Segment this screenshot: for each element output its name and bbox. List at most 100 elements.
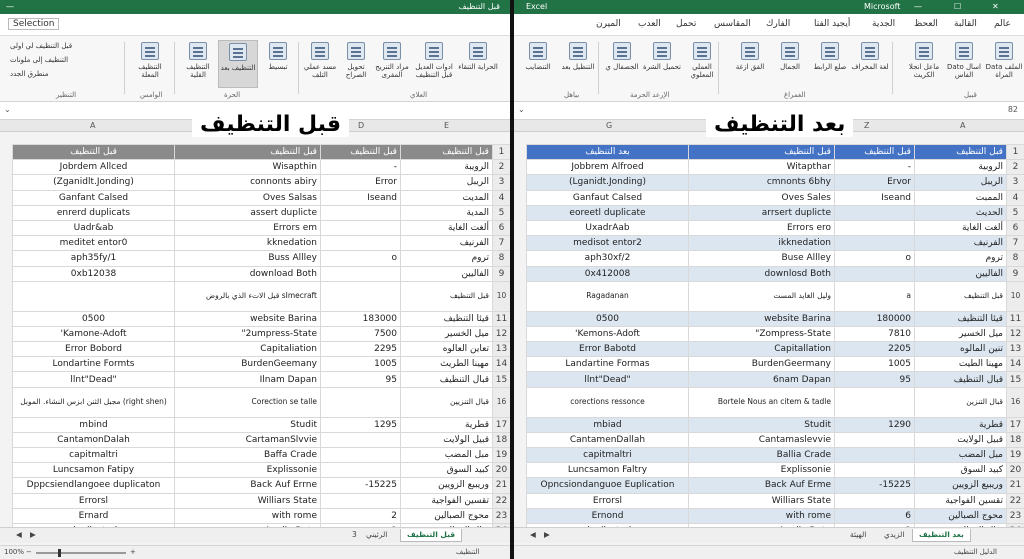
- table-cell[interactable]: corections ressonce: [526, 386, 689, 418]
- row-number[interactable]: 20: [1006, 462, 1024, 479]
- sheet-tab-active[interactable]: بعد التنظيف: [912, 529, 971, 542]
- table-cell[interactable]: 0xb12038: [12, 265, 175, 282]
- table-cell[interactable]: Ballia Crade: [688, 446, 835, 464]
- table-cell[interactable]: 2: [320, 507, 401, 524]
- table-cell[interactable]: 2295: [320, 341, 401, 358]
- ribbon-button[interactable]: تحويل الصراح: [336, 40, 376, 88]
- header-cell[interactable]: قبل التنظيف: [174, 143, 321, 161]
- ribbon-button[interactable]: ماعل انجلا الكريث: [904, 40, 944, 88]
- table-cell[interactable]: o: [320, 250, 401, 267]
- table-cell[interactable]: Ilnam Dapan: [174, 371, 321, 388]
- table-cell[interactable]: Ragadanan: [526, 280, 689, 312]
- tab[interactable]: أيجيد الفتا: [814, 19, 850, 29]
- tab-selection[interactable]: Selection: [8, 18, 60, 30]
- table-cell[interactable]: 7500: [320, 325, 401, 343]
- table-cell[interactable]: llnt"Dead": [12, 371, 175, 388]
- minimize-icon[interactable]: —: [914, 2, 922, 11]
- table-cell[interactable]: download Both: [174, 265, 321, 282]
- table-cell[interactable]: Ernard: [12, 507, 175, 524]
- row-number[interactable]: 11: [492, 310, 510, 327]
- zoom-in-icon[interactable]: +: [130, 548, 136, 556]
- row-number[interactable]: 1: [1006, 143, 1024, 161]
- table-cell[interactable]: Capitaliation: [174, 341, 321, 358]
- table-cell[interactable]: 180000: [834, 310, 915, 327]
- table-cell[interactable]: connonts abiry: [174, 174, 321, 191]
- ribbon-button[interactable]: الفق ازغة: [730, 40, 770, 88]
- row-number[interactable]: 2: [492, 159, 510, 176]
- tab[interactable]: المقاسس: [714, 19, 751, 29]
- sheet-nav-right-icon[interactable]: ▶: [24, 529, 42, 542]
- table-cell[interactable]: قيئا التنظيف: [400, 310, 493, 327]
- table-cell[interactable]: 95: [834, 371, 915, 388]
- ribbon-small-1[interactable]: قبل التنظيف لي اولى: [10, 42, 72, 50]
- table-cell[interactable]: Iseand: [320, 189, 401, 206]
- table-cell[interactable]: تقسين الفواجية: [914, 492, 1007, 509]
- tab[interactable]: العدب: [638, 19, 661, 29]
- table-cell[interactable]: قبل الاتء الذي بالروض sImecraft: [174, 280, 321, 312]
- sheet-tab-active[interactable]: قبل التنظيف: [400, 529, 463, 542]
- table-cell[interactable]: Explissonie: [688, 462, 835, 479]
- table-cell[interactable]: [320, 219, 401, 237]
- row-number[interactable]: 5: [492, 204, 510, 221]
- table-cell[interactable]: مبل المضب: [914, 446, 1007, 464]
- table-cell[interactable]: Errors ero: [688, 219, 835, 237]
- table-cell[interactable]: وريبيع الزويين: [914, 477, 1007, 494]
- table-cell[interactable]: قبل التنظيف: [400, 280, 493, 312]
- table-cell[interactable]: Wisapthin: [174, 159, 321, 176]
- table-cell[interactable]: website Barina: [174, 310, 321, 327]
- row-number[interactable]: 10: [1006, 280, 1024, 312]
- table-cell[interactable]: 1005: [320, 356, 401, 373]
- table-cell[interactable]: [834, 204, 915, 221]
- close-icon[interactable]: ✕: [992, 2, 999, 11]
- row-number[interactable]: 10: [492, 280, 510, 312]
- row-number[interactable]: 22: [1006, 492, 1024, 509]
- ribbon-button[interactable]: لغة المخراف: [850, 40, 890, 88]
- row-number[interactable]: 6: [1006, 219, 1024, 237]
- table-cell[interactable]: المدية: [400, 204, 493, 221]
- table-cell[interactable]: a: [834, 280, 915, 312]
- table-cell[interactable]: كبيد السوق: [400, 462, 493, 479]
- table-cell[interactable]: [834, 386, 915, 418]
- table-cell[interactable]: -: [834, 159, 915, 176]
- table-cell[interactable]: ikknedation: [688, 235, 835, 252]
- tab[interactable]: العحظ: [914, 19, 938, 29]
- table-cell[interactable]: (Lganidt.Jonding): [526, 174, 689, 191]
- ribbon-button[interactable]: الجمال: [770, 40, 810, 88]
- row-number[interactable]: 4: [492, 189, 510, 206]
- table-cell[interactable]: medisot entor2: [526, 235, 689, 252]
- table-cell[interactable]: وريبيع الزويين: [400, 477, 493, 494]
- table-cell[interactable]: "2umpress-State: [174, 325, 321, 343]
- table-cell[interactable]: قبال التنظيف: [914, 371, 1007, 388]
- row-number[interactable]: 18: [492, 431, 510, 449]
- table-cell[interactable]: المديت: [400, 189, 493, 206]
- zoom-out-icon[interactable]: −: [26, 548, 32, 556]
- table-cell[interactable]: [320, 280, 401, 312]
- row-number[interactable]: 18: [1006, 431, 1024, 449]
- row-number[interactable]: 15: [492, 371, 510, 388]
- row-number[interactable]: 12: [1006, 325, 1024, 343]
- table-cell[interactable]: arrsert duplicte: [688, 204, 835, 221]
- table-cell[interactable]: Jobbrem Alfroed: [526, 159, 689, 176]
- row-number[interactable]: 5: [1006, 204, 1024, 221]
- table-cell[interactable]: الريبل: [400, 174, 493, 191]
- chevron-down-icon[interactable]: ⌄: [518, 105, 525, 114]
- table-cell[interactable]: Oves Sales: [688, 189, 835, 206]
- row-number[interactable]: 17: [492, 416, 510, 433]
- table-cell[interactable]: مهينا الطريث: [400, 356, 493, 373]
- table-cell[interactable]: Williars State: [174, 492, 321, 509]
- table-cell[interactable]: Landartine Formas: [526, 356, 689, 373]
- table-cell[interactable]: [834, 265, 915, 282]
- table-cell[interactable]: محوج الصبالين: [400, 507, 493, 524]
- table-cell[interactable]: Opncsiondanguoe Euplication: [526, 477, 689, 494]
- table-cell[interactable]: Witapthar: [688, 159, 835, 176]
- header-cell[interactable]: قبل التنظيف: [400, 143, 493, 161]
- table-cell[interactable]: الممبت: [914, 189, 1007, 206]
- table-cell[interactable]: Oves Salsas: [174, 189, 321, 206]
- sheet-tab[interactable]: الهيئة: [844, 529, 872, 542]
- header-cell[interactable]: بعد التنظيف: [526, 143, 689, 161]
- table-cell[interactable]: قبل التنظيف: [914, 280, 1007, 312]
- table-cell[interactable]: 7810: [834, 325, 915, 343]
- table-cell[interactable]: تروم: [400, 250, 493, 267]
- row-number[interactable]: 9: [492, 265, 510, 282]
- table-cell[interactable]: with rome: [688, 507, 835, 524]
